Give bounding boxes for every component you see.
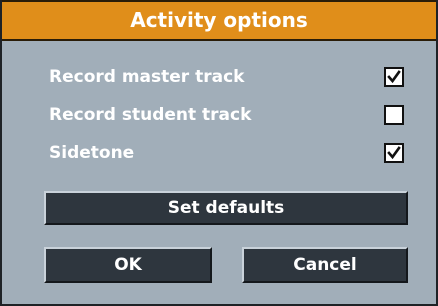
checkmark-icon	[387, 70, 401, 84]
activity-options-dialog: Activity options Record master track Rec…	[0, 0, 438, 306]
ok-button[interactable]: OK	[44, 247, 212, 283]
dialog-title: Activity options	[2, 0, 436, 41]
record-master-track-label: Record master track	[49, 67, 245, 87]
sidetone-label: Sidetone	[49, 143, 135, 163]
record-student-track-label: Record student track	[49, 105, 252, 125]
checkmark-icon	[387, 146, 401, 160]
record-student-track-checkbox[interactable]	[384, 105, 404, 125]
cancel-button[interactable]: Cancel	[242, 247, 408, 283]
record-master-track-checkbox[interactable]	[384, 67, 404, 87]
set-defaults-button[interactable]: Set defaults	[44, 191, 408, 225]
sidetone-checkbox[interactable]	[384, 143, 404, 163]
